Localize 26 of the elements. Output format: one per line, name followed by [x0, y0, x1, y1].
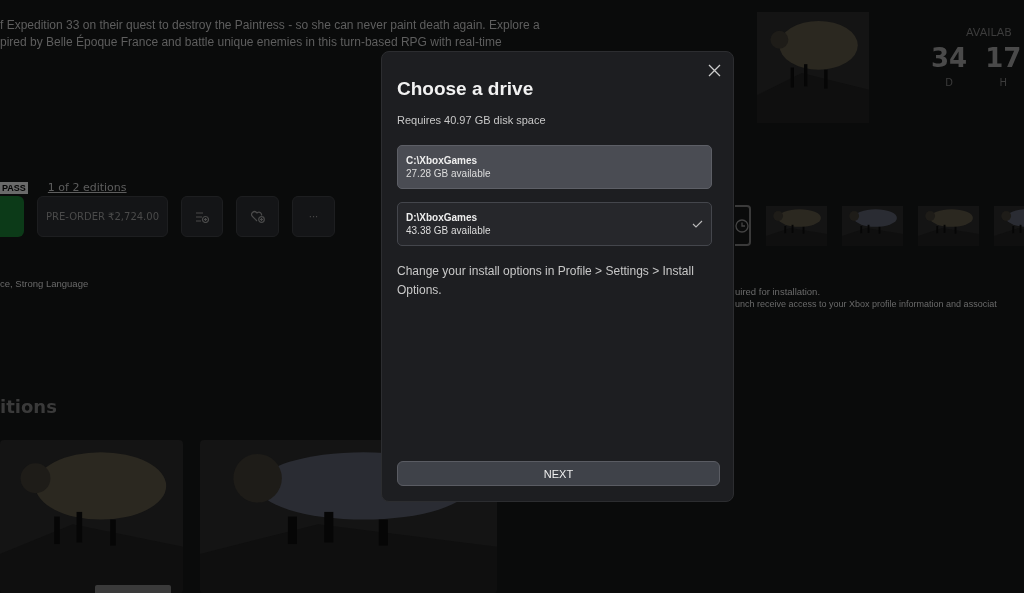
dialog-title: Choose a drive [397, 78, 535, 100]
pass-badge: PASS [0, 181, 28, 194]
drive-path: D:\XboxGames [406, 212, 479, 223]
drive-space: 27.28 GB available [406, 168, 491, 179]
game-description: f Expedition 33 on their quest to destroy the Paintress - so she can never paint death again. Explore a [0, 17, 540, 34]
play-button[interactable] [0, 196, 24, 237]
game-description: pired by Belle Époque France and battle unique enemies in this turn-based RPG with real-time [0, 34, 502, 51]
content-descriptors: ce, Strong Language [0, 278, 89, 289]
next-button[interactable]: NEXT [397, 461, 720, 486]
drive-space: 43.38 GB available [406, 225, 491, 236]
install-note: uired for installation. [735, 286, 821, 297]
list-add-icon [195, 210, 209, 223]
wishlist-button[interactable] [236, 196, 279, 237]
drive-option[interactable]: C:\XboxGames 27.28 GB available [397, 145, 712, 189]
heart-add-icon [250, 210, 265, 223]
countdown-value: 34 [931, 43, 968, 73]
add-to-list-button[interactable] [181, 196, 223, 237]
clock-icon [735, 218, 749, 233]
install-options-hint: Change your install options in Profile > Settings > Install Options. [397, 263, 695, 299]
install-note: unch receive access to your Xbox profile information and associat [735, 299, 997, 309]
countdown-value: 17 [985, 43, 1022, 73]
close-icon [708, 64, 721, 77]
drive-option[interactable]: D:\XboxGames 43.38 GB available [397, 202, 712, 246]
drive-path: C:\XboxGames [406, 155, 479, 166]
disk-space-requirement: Requires 40.97 GB disk space [397, 114, 547, 126]
close-button[interactable] [708, 64, 721, 77]
